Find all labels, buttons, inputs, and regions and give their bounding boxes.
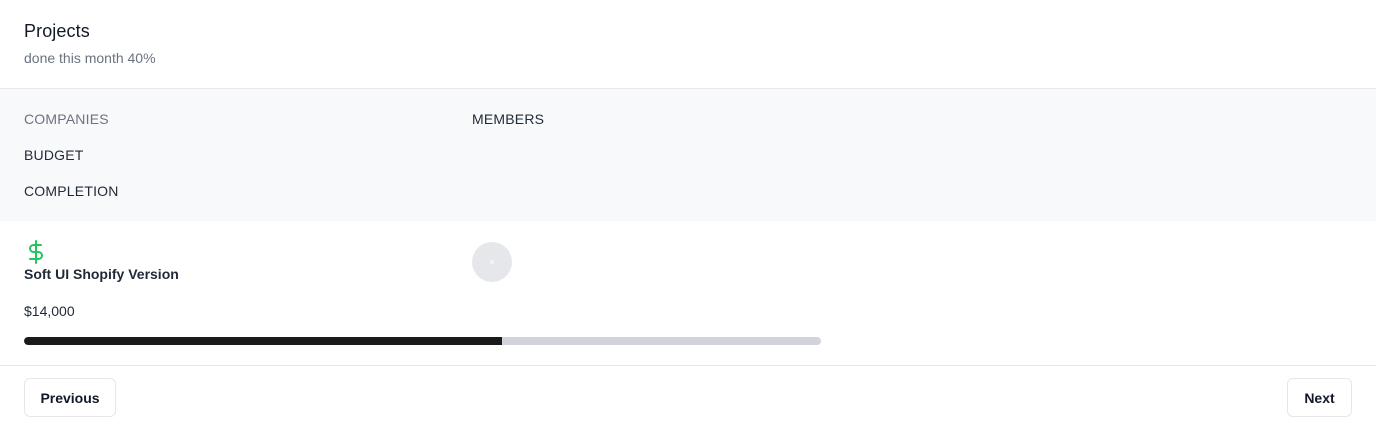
- completion-progress-fill: [24, 337, 503, 345]
- company-name: Soft UI Shopify Version: [24, 266, 179, 282]
- page-subtitle: done this month 40%: [24, 50, 156, 66]
- next-button[interactable]: Next: [1287, 378, 1352, 417]
- column-header-completion[interactable]: COMPLETION: [24, 183, 119, 199]
- completion-progress-bar: [24, 337, 821, 345]
- dollar-icon: [29, 240, 43, 264]
- column-header-companies[interactable]: COMPANIES: [24, 111, 109, 127]
- card-header: Projects done this month 40%: [0, 0, 1376, 89]
- page-title: Projects: [24, 21, 90, 41]
- table-row: Soft UI Shopify Version $14,000: [0, 221, 1376, 366]
- avatar[interactable]: [472, 242, 512, 282]
- budget-value: $14,000: [24, 303, 75, 319]
- column-header-budget[interactable]: BUDGET: [24, 147, 84, 163]
- pagination: Previous Next: [0, 366, 1376, 430]
- previous-button[interactable]: Previous: [24, 378, 116, 417]
- avatar-placeholder: [490, 260, 494, 264]
- table-header: COMPANIES MEMBERS BUDGET COMPLETION: [0, 89, 1376, 221]
- column-header-members[interactable]: MEMBERS: [472, 111, 544, 127]
